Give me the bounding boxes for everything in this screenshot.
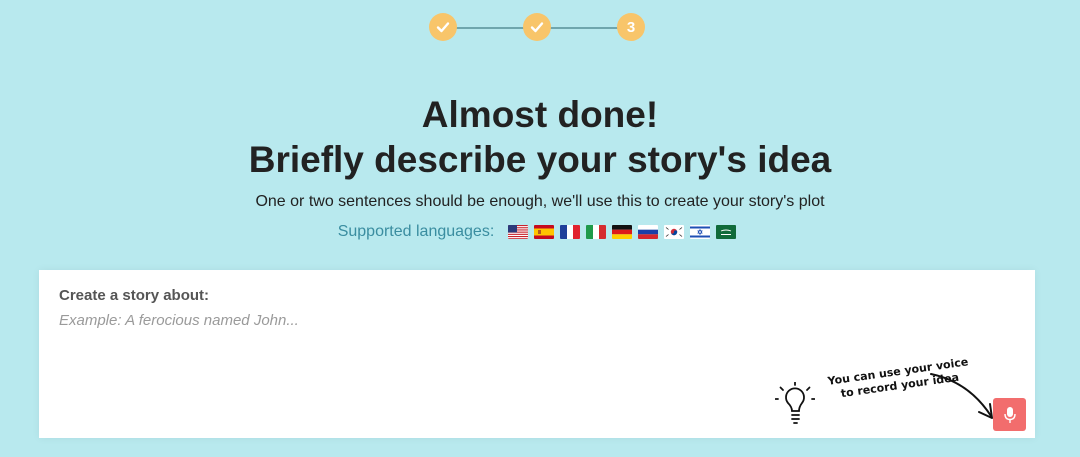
supported-languages: Supported languages: [0,223,1080,241]
france-flag-icon [560,225,581,239]
us-flag-icon [508,225,529,239]
germany-flag-icon [612,225,633,239]
title-line-2: Briefly describe your story's idea [248,139,832,180]
step-2-complete [523,13,551,41]
curved-arrow-icon [930,373,993,419]
microphone-icon [1003,406,1016,423]
step-connector [456,27,524,29]
checkmark-icon [436,22,450,33]
progress-stepper: 3 [428,13,646,43]
italy-flag-icon [586,225,607,239]
story-input-card: Create a story about: You can use your v… [39,270,1035,438]
step-1-complete [429,13,457,41]
page-title: Almost done! Briefly describe your story… [0,92,1080,182]
israel-flag-icon [690,225,711,239]
title-line-1: Almost done! [421,94,659,135]
story-input-label: Create a story about: [59,287,210,304]
page-subtitle: One or two sentences should be enough, w… [255,193,825,210]
lightbulb-icon [775,382,815,424]
step-connector [550,27,618,29]
south-korea-flag-icon [664,225,685,239]
languages-label: Supported languages: [337,223,495,240]
record-voice-button[interactable] [993,398,1026,431]
checkmark-icon [530,22,544,33]
story-idea-input[interactable] [59,312,759,412]
step-3-current: 3 [617,13,645,41]
russia-flag-icon [638,225,659,239]
saudi-arabia-flag-icon [716,225,737,239]
spain-flag-icon [534,225,555,239]
